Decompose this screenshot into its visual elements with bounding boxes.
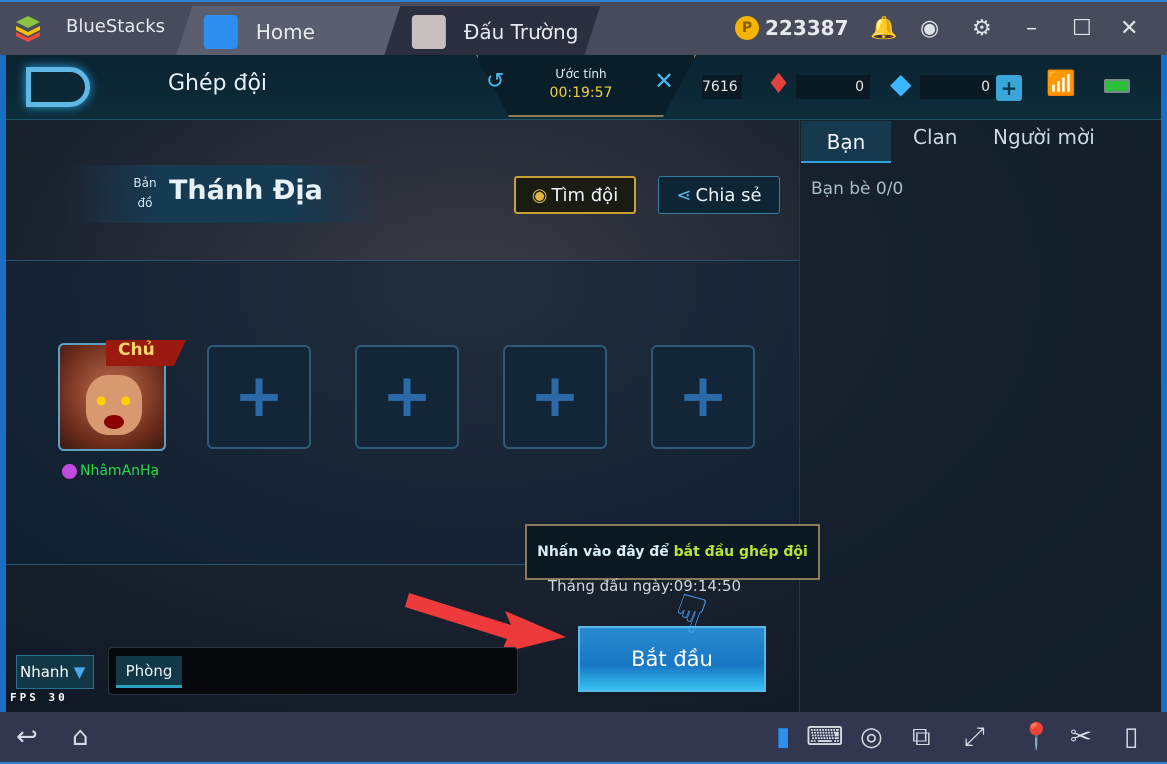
chevron-down-icon: ▼ — [73, 663, 86, 681]
bell-icon[interactable]: 🔔 — [870, 16, 897, 41]
add-diamond-button[interactable]: + — [996, 75, 1022, 101]
red-arrow-icon — [405, 593, 566, 653]
tab-friends[interactable]: Bạn — [801, 121, 891, 163]
diamond-count: 0 — [920, 75, 996, 99]
share-label: Chia sẻ — [695, 184, 762, 206]
eye-icon: ◉ — [531, 184, 548, 206]
social-panel — [799, 120, 1161, 712]
coin-count: 223387 — [765, 16, 849, 40]
android-nav-bar: ↩ ⌂ ▮ ⌨ ◎ ⧉ ⤢ 📍 ✂ ▯ — [0, 712, 1167, 764]
page-title: Ghép đội — [168, 71, 268, 96]
invite-slot[interactable]: + — [651, 345, 755, 449]
fullscreen-icon[interactable]: ⤢ — [964, 722, 985, 753]
brand-name: BlueStacks — [66, 16, 166, 37]
cancel-icon[interactable]: ✕ — [654, 67, 674, 95]
friends-count: Bạn bè 0/0 — [811, 179, 904, 199]
eye-icon[interactable]: ◎ — [860, 722, 883, 752]
tab-label: Đấu Trường — [464, 19, 579, 44]
keymap-toggle-icon[interactable]: ▮ — [776, 722, 790, 752]
player-name-text: NhâmAnHạ — [80, 463, 160, 479]
bluestacks-logo — [16, 16, 40, 42]
tab-clan[interactable]: Clan — [913, 125, 957, 149]
tooltip-text: Nhấn vào đây để — [537, 544, 674, 560]
keyboard-icon[interactable]: ⌨ — [806, 722, 844, 752]
estimate-label: Ước tính — [555, 67, 607, 81]
tooltip: Nhấn vào đây để bắt đầu ghép đội — [525, 524, 820, 580]
game-screen: Ghép đội ↺ Ước tính 00:19:57 ✕ 7616 ♦ 0 … — [6, 55, 1161, 712]
account-icon[interactable]: ◉ — [920, 16, 939, 41]
minimize-icon[interactable]: – — [1026, 16, 1037, 41]
tab-dau-truong[interactable]: Đấu Trường — [383, 6, 601, 57]
close-icon[interactable]: ✕ — [1120, 16, 1138, 41]
back-button[interactable] — [26, 67, 90, 107]
crystal-icon: ♦ — [766, 67, 792, 100]
mode-label: Nhanh — [20, 663, 69, 681]
tab-invited[interactable]: Người mời — [993, 125, 1095, 149]
undo-icon[interactable]: ↺ — [486, 69, 504, 94]
invite-slot[interactable]: + — [207, 345, 311, 449]
find-team-label: Tìm đội — [551, 184, 619, 206]
coin-icon: P — [735, 16, 759, 40]
tab-label: Home — [256, 19, 316, 44]
find-team-button[interactable]: ◉ Tìm đội — [514, 176, 636, 214]
title-bar: BlueStacks Home Đấu Trường P 223387 🔔 ◉ ⚙… — [0, 0, 1167, 57]
home-icon[interactable]: ⌂ — [72, 722, 89, 752]
leader-badge: Chủ — [106, 340, 186, 366]
coin-balance[interactable]: P 223387 — [735, 16, 849, 40]
back-icon[interactable]: ↩ — [16, 722, 38, 752]
map-label: Bản đồ — [133, 176, 157, 210]
maximize-icon[interactable]: ☐ — [1072, 16, 1092, 41]
wifi-icon: 📶 — [1046, 69, 1076, 97]
invite-slot[interactable]: + — [355, 345, 459, 449]
estimate-time: 00:19:57 — [549, 85, 613, 101]
scissors-icon[interactable]: ✂ — [1070, 722, 1092, 752]
share-icon: ⋖ — [676, 184, 692, 206]
shake-icon[interactable]: ▯ — [1124, 722, 1138, 752]
home-icon — [204, 14, 238, 49]
crystal-count: 0 — [796, 75, 870, 99]
game-icon — [412, 14, 446, 49]
battery-icon — [1104, 79, 1130, 93]
invite-slot[interactable]: + — [503, 345, 607, 449]
gold-count: 7616 — [702, 75, 742, 99]
room-button[interactable]: Phòng — [116, 656, 182, 688]
mode-dropdown[interactable]: Nhanh ▼ — [16, 655, 94, 689]
gender-icon — [62, 463, 77, 479]
gear-icon[interactable]: ⚙ — [972, 16, 992, 41]
location-icon[interactable]: 📍 — [1020, 722, 1052, 752]
player-name: NhâmAnHạ — [62, 463, 159, 479]
map-name: Thánh Địa — [169, 175, 323, 206]
diamond-icon: ◆ — [890, 67, 912, 100]
tab-home[interactable]: Home — [175, 6, 403, 57]
rotate-icon[interactable]: ⧉ — [912, 722, 931, 753]
tooltip-highlight: bắt đầu ghép đội — [673, 544, 808, 560]
fps-counter: FPS 30 — [10, 691, 68, 704]
share-button[interactable]: ⋖ Chia sẻ — [658, 176, 780, 214]
